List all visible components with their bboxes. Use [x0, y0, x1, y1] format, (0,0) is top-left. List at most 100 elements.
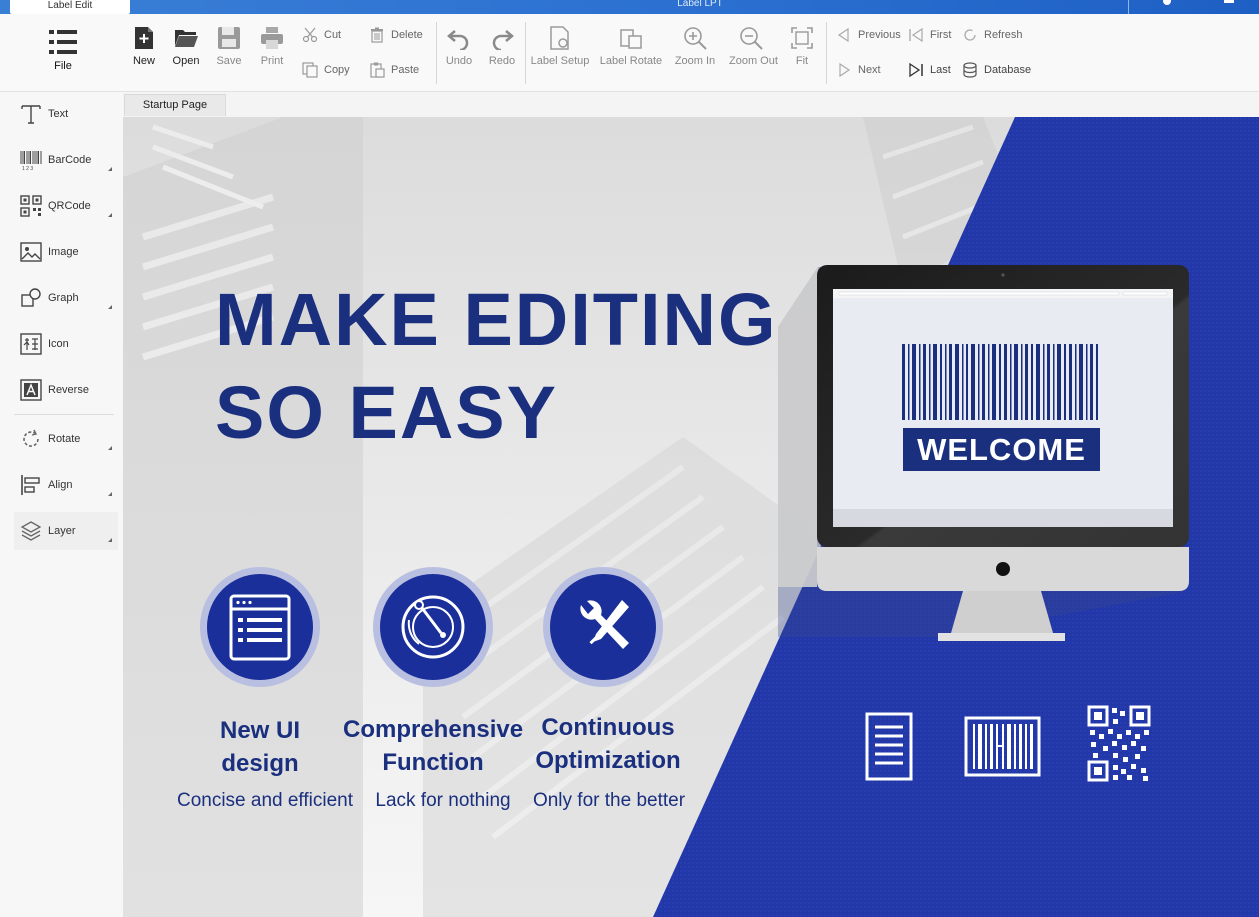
feature-title-new-ui: New UI design [180, 714, 340, 780]
app-tab-label-edit[interactable]: Label Edit [10, 0, 130, 14]
headline-line-2: SO EASY [215, 371, 558, 454]
last-label: Last [930, 64, 951, 76]
paste-icon [370, 62, 385, 78]
cut-label: Cut [324, 29, 342, 41]
copy-button[interactable]: Copy [302, 61, 350, 79]
expand-arrow-icon [108, 213, 112, 217]
feature-title-line: New UI [219, 717, 300, 744]
window-title: Label LPT [677, 0, 723, 9]
last-page-icon [909, 62, 923, 78]
sidebar-item-label: Text [48, 108, 69, 120]
open-button[interactable]: Open [164, 26, 208, 67]
sidebar-item-graph[interactable]: Graph [14, 279, 118, 317]
refresh-button[interactable]: Refresh [962, 26, 1023, 44]
tab-startup-page[interactable]: Startup Page [124, 94, 226, 116]
feature-circle-comprehensive [373, 567, 493, 687]
expand-arrow-icon [108, 305, 112, 309]
window-control-icon[interactable] [1222, 0, 1236, 8]
feature-title-line: Function [382, 749, 484, 776]
expand-arrow-icon [108, 446, 112, 450]
sidebar-item-reverse[interactable]: Reverse [14, 371, 118, 409]
redo-icon [492, 30, 514, 50]
fit-label: Fit [795, 55, 809, 67]
redo-button[interactable]: Redo [480, 26, 524, 67]
layers-icon [20, 521, 42, 541]
new-button[interactable]: New [122, 26, 166, 67]
align-left-icon [21, 475, 40, 495]
barcode-icon: 1 2 3 [20, 151, 42, 171]
database-label: Database [984, 64, 1032, 76]
undo-button[interactable]: Undo [437, 26, 481, 67]
icon-tool-icon [20, 333, 42, 355]
zoom-out-icon [740, 27, 763, 50]
copy-icon [302, 62, 318, 78]
sidebar-item-label: Align [48, 479, 73, 491]
label-setup-icon [550, 26, 569, 50]
sidebar-item-qrcode[interactable]: QRCode [14, 187, 118, 225]
label-setup-button[interactable]: Label Setup [531, 26, 589, 67]
sidebar-item-layer[interactable]: Layer [14, 512, 118, 550]
zoom-in-label: Zoom In [674, 55, 716, 67]
cut-button[interactable]: Cut [302, 26, 341, 44]
file-menu-button[interactable]: File [40, 28, 86, 72]
new-file-icon [135, 27, 153, 49]
triangle-left-icon [837, 27, 849, 43]
sidebar-item-icon[interactable]: Icon [14, 325, 118, 363]
copy-label: Copy [324, 64, 350, 76]
sidebar-item-label: Rotate [48, 433, 81, 445]
new-label: New [132, 55, 155, 67]
paste-label: Paste [391, 64, 420, 76]
zoom-in-button[interactable]: Zoom In [673, 26, 717, 67]
sidebar-item-image[interactable]: Image [14, 233, 118, 271]
svg-text:1 2 3: 1 2 3 [22, 166, 33, 171]
save-label: Save [216, 55, 242, 67]
refresh-label: Refresh [984, 29, 1023, 41]
rotate-icon [23, 429, 39, 447]
printer-icon [261, 27, 283, 49]
label-rotate-icon [620, 29, 642, 49]
zoom-out-button[interactable]: Zoom Out [729, 26, 778, 67]
ribbon-toolbar: File New Open Save Print Cut Copy Delete… [0, 14, 1259, 92]
feature-circle-new-ui [200, 567, 320, 687]
first-label: First [930, 29, 952, 41]
fit-icon [791, 27, 813, 49]
ribbon-separator [525, 22, 526, 84]
welcome-label: WELCOME [903, 428, 1100, 471]
delete-button[interactable]: Delete [369, 26, 423, 44]
next-button[interactable]: Next [836, 61, 881, 79]
trash-icon [371, 27, 383, 43]
sidebar-item-text[interactable]: Text [14, 95, 118, 133]
feature-circle-optimization [543, 567, 663, 687]
last-button[interactable]: Last [908, 61, 951, 79]
feature-subtitle-optimization: Only for the better [532, 790, 686, 811]
first-button[interactable]: First [908, 26, 951, 44]
sidebar-item-barcode[interactable]: 1 2 3 BarCode [14, 141, 118, 179]
titlebar-divider [1128, 0, 1129, 14]
sidebar-item-label: QRCode [48, 200, 91, 212]
sidebar-item-rotate[interactable]: Rotate [14, 420, 118, 458]
previous-button[interactable]: Previous [836, 26, 901, 44]
feature-title-line: Optimization [535, 747, 681, 774]
sidebar-item-label: BarCode [48, 154, 92, 166]
zoom-in-icon [684, 27, 707, 50]
save-disk-icon [218, 27, 240, 49]
previous-label: Previous [858, 29, 901, 41]
zoom-out-label: Zoom Out [729, 55, 778, 67]
feature-title-line: Comprehensive [343, 716, 524, 743]
refresh-icon [964, 29, 976, 41]
label-rotate-button[interactable]: Label Rotate [600, 26, 662, 67]
open-label: Open [172, 55, 200, 67]
save-button[interactable]: Save [207, 26, 251, 67]
print-button[interactable]: Print [250, 26, 294, 67]
database-button[interactable]: Database [962, 61, 1031, 79]
scissors-icon [302, 27, 318, 43]
startup-banner-canvas: MAKE EDITING SO EASY WELCOME New UI desi… [123, 117, 1259, 917]
label-setup-label: Label Setup [530, 55, 590, 67]
settings-icon[interactable] [1160, 0, 1174, 8]
sidebar-item-label: Graph [48, 292, 79, 304]
paste-button[interactable]: Paste [369, 61, 419, 79]
image-icon [20, 242, 42, 262]
fit-button[interactable]: Fit [780, 26, 824, 67]
delete-label: Delete [391, 29, 423, 41]
sidebar-item-align[interactable]: Align [14, 466, 118, 504]
